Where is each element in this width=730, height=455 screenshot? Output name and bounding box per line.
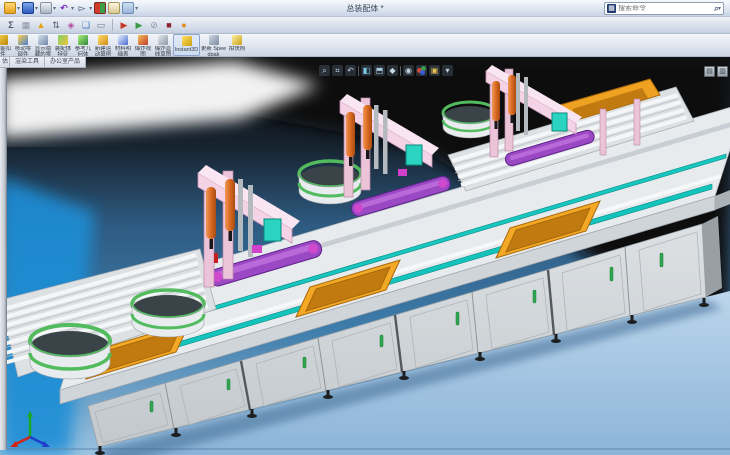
solidworks-logo-icon: ▦	[607, 4, 616, 13]
hud-separator	[400, 66, 401, 76]
mate-icon[interactable]: ◈	[65, 19, 77, 31]
select-caret-icon[interactable]: ▾	[89, 5, 92, 12]
menu-icon-row: Σ ▦ ▲ ⇅ ◈ ❏ ▭ ▶ ▶ ⊘ ■ ●	[0, 17, 730, 34]
apply-scene-icon[interactable]: ▣	[429, 65, 440, 76]
hud-separator	[358, 66, 359, 76]
section-view-icon[interactable]: ◧	[361, 65, 372, 76]
search-input[interactable]	[616, 5, 714, 12]
new-motion-study-button[interactable]: 新建运动算例	[93, 34, 113, 56]
show-hidden-components-button[interactable]: 显示隐藏的零部件	[33, 34, 53, 56]
interference-check-icon[interactable]: ▦	[20, 19, 32, 31]
select-cursor-icon[interactable]: ▻	[76, 2, 88, 14]
display-style-icon[interactable]: ◆	[387, 65, 398, 76]
motion-manager-icon[interactable]: ▶	[133, 19, 145, 31]
new-motion-study-icon	[98, 35, 108, 45]
render-sphere-icon[interactable]: ●	[178, 19, 190, 31]
actuator-cylinder	[206, 187, 216, 239]
heads-up-view-toolbar: ⌕ ⌗ ↶ ◧ ⬒ ◆ ◉ ▣ ▾	[319, 63, 453, 78]
bill-of-materials-button[interactable]: 材料明细表	[113, 34, 133, 56]
move-component-icon	[18, 35, 28, 45]
move-component-button[interactable]: 移动零部件	[13, 34, 33, 56]
explode-line-sketch-icon	[158, 35, 168, 45]
exploded-view-icon	[138, 35, 148, 45]
window-caret-icon[interactable]: ▾	[135, 5, 138, 12]
update-speedpak-button[interactable]: 更新 Speedpak	[200, 34, 227, 56]
edit-appearance-icon[interactable]	[416, 65, 427, 76]
toolbar-separator	[112, 19, 113, 31]
appearance-block-icon[interactable]: ■	[163, 19, 175, 31]
zoom-to-area-icon[interactable]: ⌗	[332, 65, 343, 76]
taskpane-toggle-1[interactable]: ▤	[704, 66, 715, 77]
smart-fasteners-button[interactable]: 智能扣件	[0, 34, 13, 56]
take-snapshot-button[interactable]: 拍快照	[227, 34, 247, 56]
tab-evaluate[interactable]: 估	[0, 57, 10, 67]
print-icon[interactable]	[40, 2, 52, 14]
undo-icon[interactable]: ↶	[58, 2, 70, 14]
save-icon[interactable]	[22, 2, 34, 14]
undo-caret-icon[interactable]: ▾	[71, 5, 74, 12]
evaluate-sigma-icon[interactable]: Σ	[5, 19, 17, 31]
assembly-3d-model	[0, 57, 730, 455]
no-section-icon[interactable]: ⊘	[148, 19, 160, 31]
exploded-view-button[interactable]: 爆炸视图	[133, 34, 153, 56]
view-orientation-icon[interactable]: ⬒	[374, 65, 385, 76]
graphics-viewport[interactable]: 估 渲染工具 办公室产品	[0, 57, 730, 455]
explode-line-sketch-button[interactable]: 爆炸直线草图	[153, 34, 173, 56]
open-caret-icon[interactable]: ▾	[17, 5, 20, 12]
actuator-cylinder	[492, 81, 500, 121]
reference-geometry-button[interactable]: 参考几何体	[73, 34, 93, 56]
check-warning-icon[interactable]: ▲	[35, 19, 47, 31]
search-box[interactable]: ▦ ⌕ ▾	[604, 2, 724, 15]
slider-block	[552, 113, 567, 131]
show-hidden-components-icon	[38, 35, 48, 45]
title-bar: ▾ ▾ ▾ ↶▾ ▻▾ ▾ 总装配体 * ▦ ⌕ ▾	[0, 0, 730, 17]
reference-geometry-icon	[78, 35, 88, 45]
file-properties-icon[interactable]	[108, 2, 120, 14]
instant3d-icon	[182, 36, 192, 46]
print-caret-icon[interactable]: ▾	[53, 5, 56, 12]
window-icon[interactable]	[122, 2, 134, 14]
tab-render-tools[interactable]: 渲染工具	[10, 57, 45, 67]
update-speedpak-icon	[209, 35, 219, 45]
instant3d-button[interactable]: Instant3D	[173, 34, 200, 56]
command-manager-tabs: 估 渲染工具 办公室产品	[0, 57, 86, 68]
smart-fasteners-icon	[0, 35, 8, 45]
left-panel-collapsed-strip[interactable]	[0, 68, 7, 450]
assembly-features-icon	[58, 35, 68, 45]
command-manager: 智能扣件 移动零部件 显示隐藏的零部件 装配体特征 参考几何体 新建运动算例 材…	[0, 34, 730, 57]
zoom-to-fit-icon[interactable]: ⌕	[319, 65, 330, 76]
compare-icon[interactable]: ⇅	[50, 19, 62, 31]
quick-access-toolbar: ▾ ▾ ▾ ↶▾ ▻▾ ▾	[0, 2, 138, 14]
previous-view-icon[interactable]: ↶	[345, 65, 356, 76]
bill-of-materials-icon	[118, 35, 128, 45]
take-snapshot-icon	[232, 35, 242, 45]
tab-office-products[interactable]: 办公室产品	[45, 57, 86, 67]
assembly-features-button[interactable]: 装配体特征	[53, 34, 73, 56]
rebuild-icon[interactable]	[94, 2, 106, 14]
search-caret-icon[interactable]: ▾	[718, 5, 721, 12]
screen-capture-icon[interactable]: ▭	[95, 19, 107, 31]
hide-show-items-icon[interactable]: ◉	[403, 65, 414, 76]
pack-and-go-icon[interactable]: ❏	[80, 19, 92, 31]
save-caret-icon[interactable]: ▾	[35, 5, 38, 12]
play-animation-icon[interactable]: ▶	[118, 19, 130, 31]
view-settings-icon[interactable]: ▾	[442, 65, 453, 76]
taskpane-toggle-2[interactable]: ▥	[717, 66, 728, 77]
open-icon[interactable]	[4, 2, 16, 14]
